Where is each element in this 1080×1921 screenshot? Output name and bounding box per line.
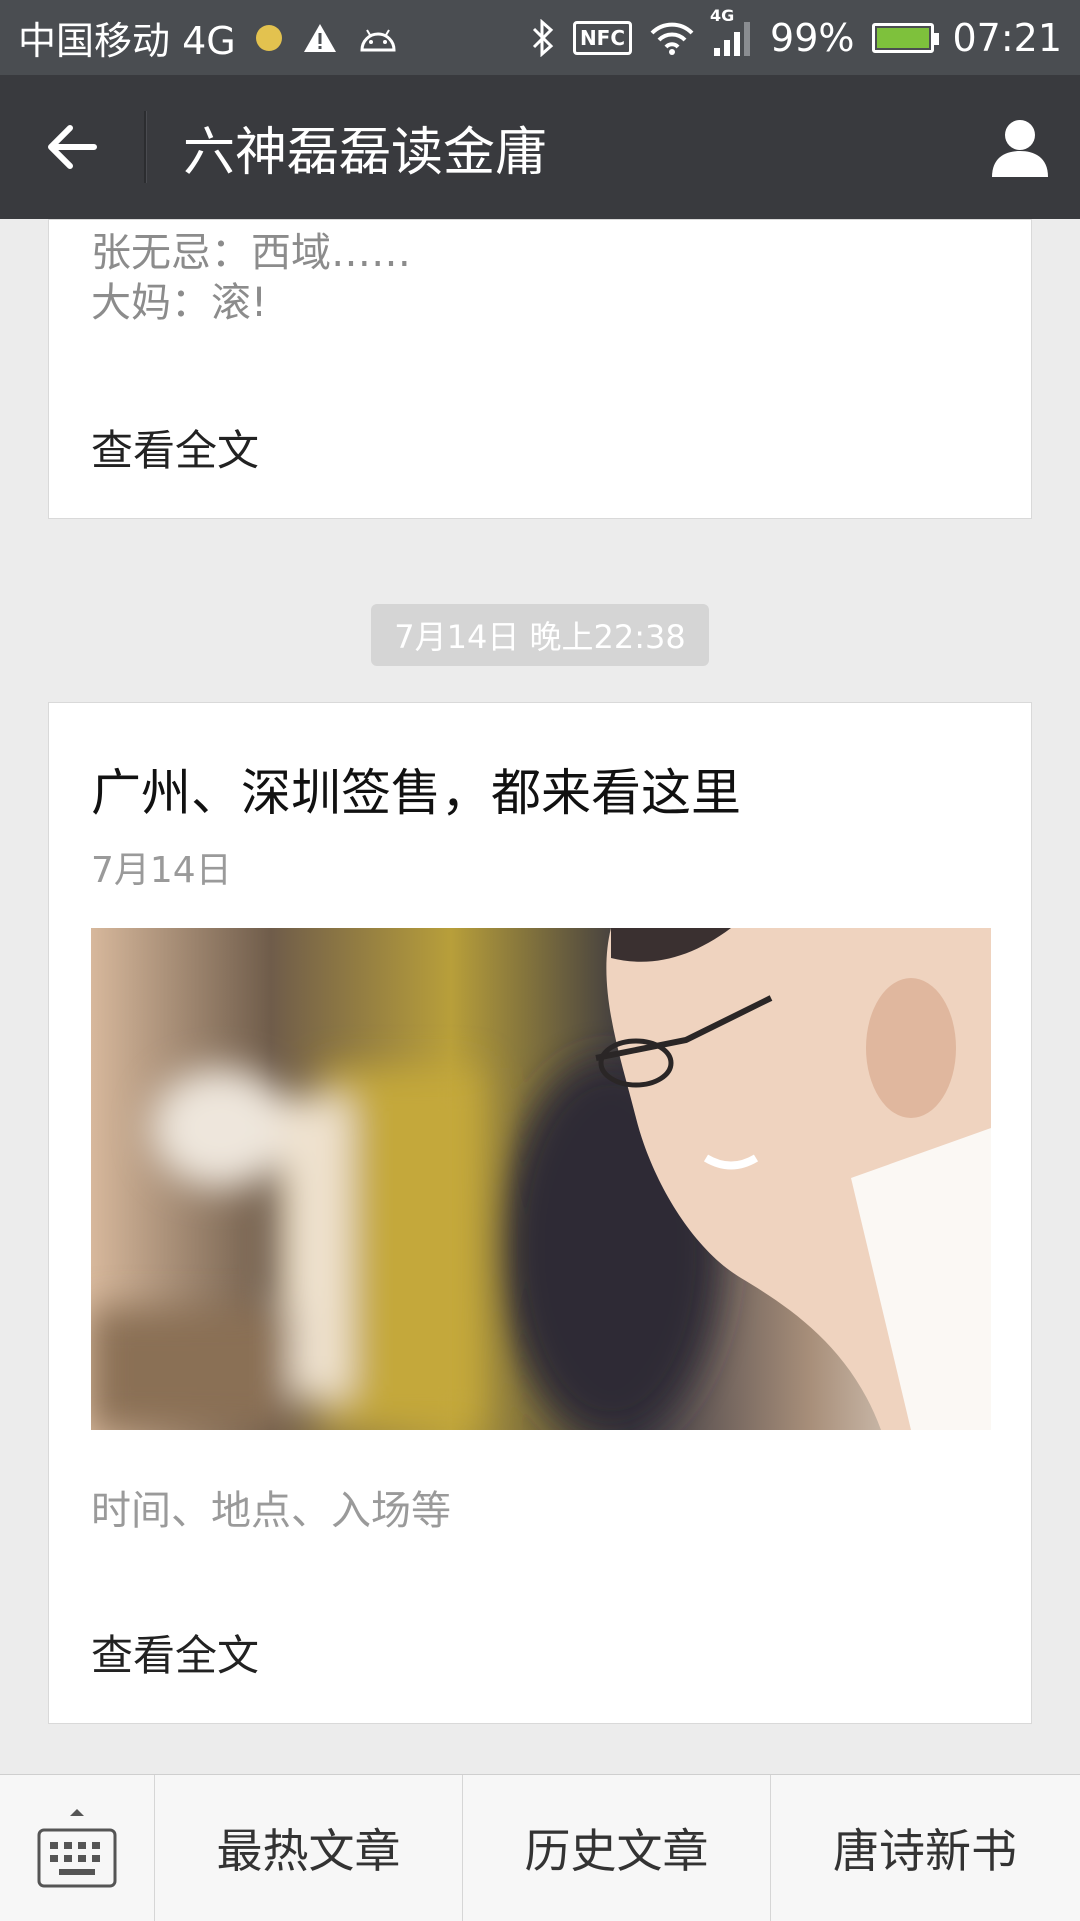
cell-signal-icon: 4G <box>710 6 752 58</box>
nfc-icon: NFC <box>572 20 633 55</box>
battery-percent: 99% <box>770 15 855 60</box>
notification-dot-icon <box>255 24 282 51</box>
article-cover-image[interactable] <box>91 928 991 1430</box>
wifi-icon <box>650 21 694 55</box>
warning-icon <box>302 22 338 54</box>
bluetooth-icon <box>531 18 555 57</box>
battery-icon <box>872 22 940 53</box>
article-date: 7月14日 <box>91 850 232 891</box>
menu-item-tang-poetry-book[interactable]: 唐诗新书 <box>771 1775 1079 1921</box>
excerpt-line: 张无忌：西域…… <box>91 230 411 276</box>
status-bar: 中国移动 4G NFC 4G 99% 07:21 <box>0 0 1080 75</box>
excerpt-line: 大妈：滚! <box>91 280 268 326</box>
message-excerpt: 张无忌：西域…… 大妈：滚! <box>91 228 411 328</box>
message-timestamp: 7月14日 晚上22:38 <box>371 604 709 666</box>
article-summary: 时间、地点、入场等 <box>91 1488 451 1534</box>
back-arrow-icon <box>48 125 97 169</box>
android-icon <box>358 24 398 52</box>
message-card[interactable]: 张无忌：西域…… 大妈：滚! 查看全文 <box>48 219 1032 519</box>
carrier-label: 中国移动 4G <box>18 19 236 63</box>
article-card[interactable]: 广州、深圳签售，都来看这里 7月14日 时间、地点、入场等 查看全文 <box>48 702 1032 1724</box>
person-icon <box>992 120 1048 177</box>
page-title: 六神磊磊读金庸 <box>183 122 548 183</box>
clock: 07:21 <box>952 15 1062 60</box>
menu-item-hot-articles[interactable]: 最热文章 <box>155 1775 463 1921</box>
read-more-link[interactable]: 查看全文 <box>91 417 259 478</box>
keyboard-icon <box>37 1809 117 1888</box>
bottom-menu: 最热文章 历史文章 唐诗新书 <box>0 1774 1080 1921</box>
keyboard-toggle-button[interactable] <box>0 1775 155 1921</box>
cover-illustration <box>91 928 991 1430</box>
title-divider <box>144 111 147 183</box>
read-more-link[interactable]: 查看全文 <box>91 1622 259 1683</box>
back-button[interactable] <box>0 75 144 219</box>
signal-type-label: 4G <box>710 5 735 25</box>
title-bar: 六神磊磊读金庸 <box>0 75 1080 219</box>
profile-button[interactable] <box>960 75 1080 219</box>
article-title[interactable]: 广州、深圳签售，都来看这里 <box>91 753 741 825</box>
menu-item-history-articles[interactable]: 历史文章 <box>463 1775 771 1921</box>
